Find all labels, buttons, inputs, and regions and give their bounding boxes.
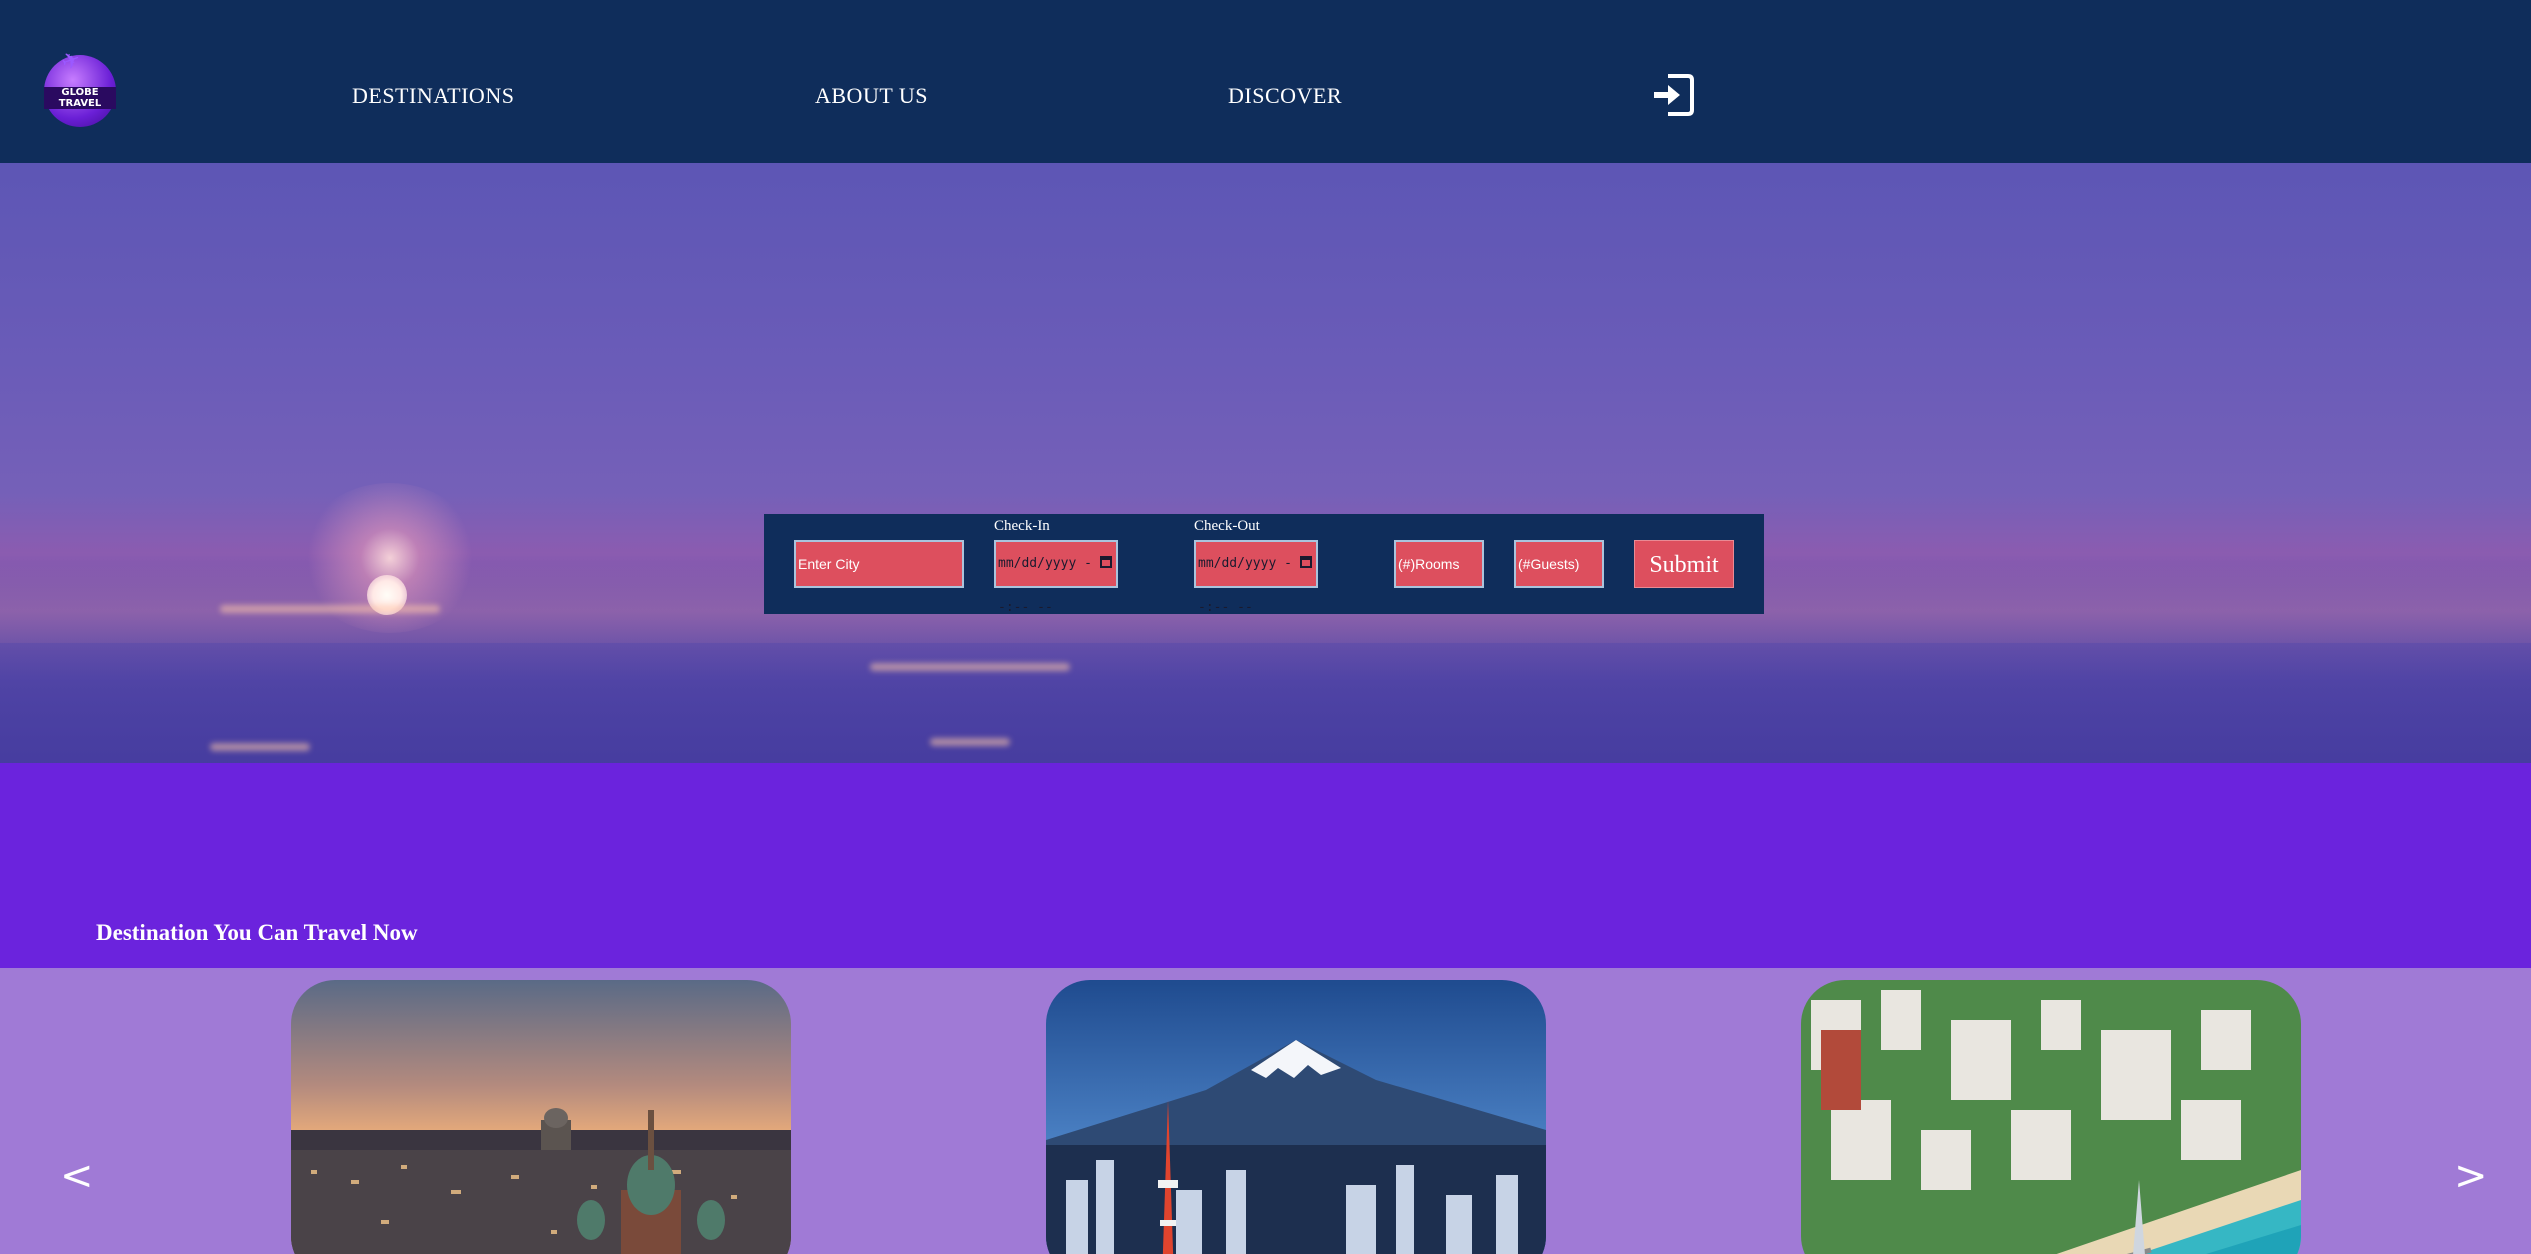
airplane-icon: ✈ — [58, 46, 85, 77]
city-lights — [930, 738, 1010, 746]
destinations-carousel: < > — [0, 968, 2531, 1254]
checkout-label: Check-Out — [1194, 518, 1260, 534]
beach-resort-image — [1801, 980, 2301, 1254]
nav-about-us[interactable]: ABOUT US — [815, 83, 928, 109]
top-navbar: ✈ GLOBE TRAVEL DESTINATIONS ABOUT US DIS… — [0, 0, 2531, 163]
globe-travel-logo[interactable]: ✈ GLOBE TRAVEL — [44, 47, 116, 127]
nav-destinations[interactable]: DESTINATIONS — [352, 83, 514, 109]
logo-text: GLOBE TRAVEL — [44, 87, 116, 109]
carousel-next-button[interactable]: > — [2454, 1153, 2488, 1199]
destination-card-city-sunset[interactable] — [291, 980, 791, 1254]
city-sunset-image — [291, 980, 791, 1254]
destination-card-beach-resort[interactable] — [1801, 980, 2301, 1254]
destination-card-mount-fuji[interactable] — [1046, 980, 1546, 1254]
submit-button[interactable]: Submit — [1634, 540, 1734, 588]
city-lights — [220, 605, 440, 613]
city-input[interactable]: Enter City — [794, 540, 964, 588]
sign-in-icon[interactable] — [1648, 70, 1698, 120]
checkin-datetime-input[interactable]: mm/dd/yyyy --:-- -- — [994, 540, 1118, 615]
mount-fuji-image — [1046, 980, 1546, 1254]
city-lights — [210, 743, 310, 751]
checkin-value: mm/dd/yyyy --:-- -- — [998, 556, 1092, 615]
rooms-input[interactable]: (#)Rooms — [1394, 540, 1484, 588]
guests-input[interactable]: (#Guests) — [1514, 540, 1604, 588]
calendar-icon[interactable] — [1300, 556, 1312, 568]
carousel-prev-button[interactable]: < — [60, 1153, 94, 1199]
checkout-value: mm/dd/yyyy --:-- -- — [1198, 556, 1292, 615]
city-lights — [870, 663, 1070, 671]
hero-banner — [0, 163, 2531, 763]
checkout-datetime-input[interactable]: mm/dd/yyyy --:-- -- — [1194, 540, 1318, 615]
hero-clouds — [0, 643, 2531, 763]
checkin-label: Check-In — [994, 518, 1050, 534]
calendar-icon[interactable] — [1100, 556, 1112, 568]
nav-discover[interactable]: DISCOVER — [1228, 83, 1342, 109]
section-title: Destination You Can Travel Now — [96, 920, 418, 945]
booking-search-form: Enter City Check-In mm/dd/yyyy --:-- -- … — [764, 514, 1764, 615]
